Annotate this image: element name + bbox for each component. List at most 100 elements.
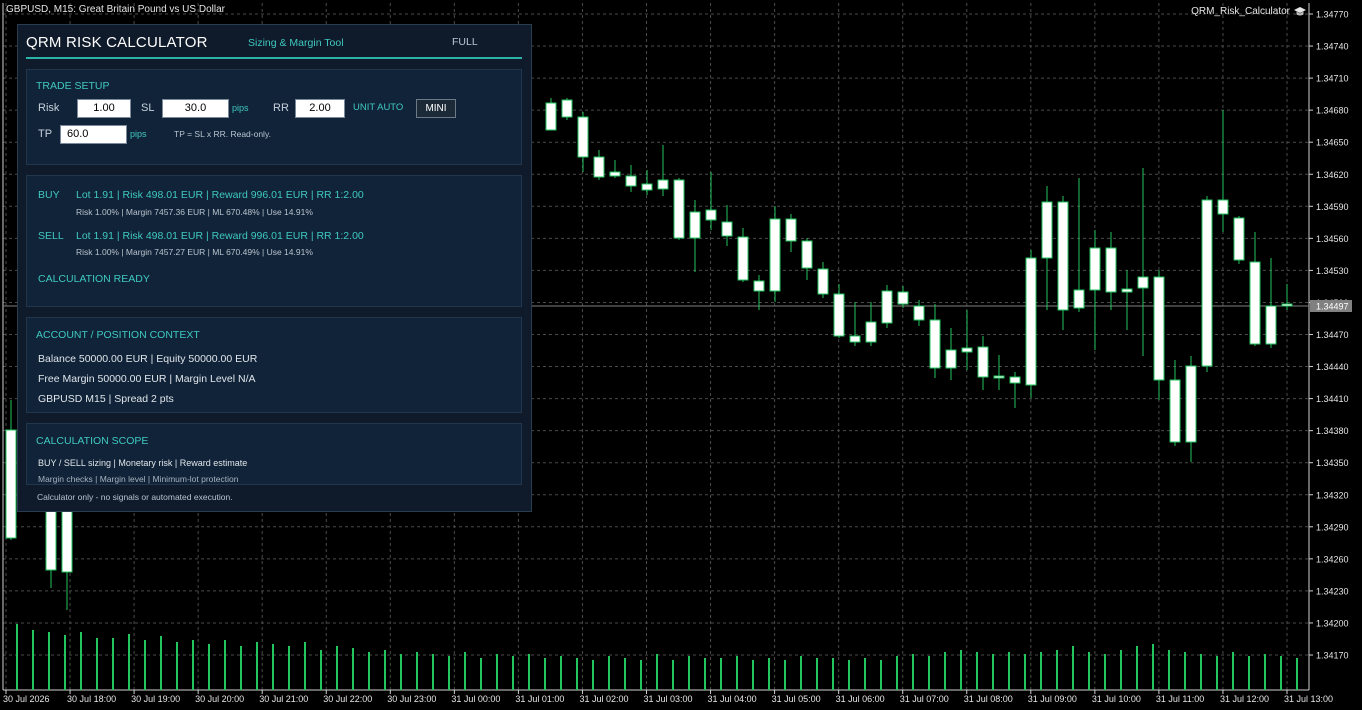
candle-body	[785, 218, 797, 242]
candle-body	[657, 179, 669, 190]
candle-body	[769, 218, 781, 292]
candle-body	[1169, 379, 1181, 443]
tp-hint: TP = SL x RR. Read-only.	[174, 129, 271, 139]
trade-setup-section: TRADE SETUP Risk 1.00 SL 30.0 pips RR 2.…	[26, 69, 522, 165]
candle-body	[1121, 288, 1133, 293]
price-axis-label: 1.34590	[1316, 202, 1349, 212]
sell-result-detail: Risk 1.00% | Margin 7457.27 EUR | ML 670…	[76, 247, 313, 257]
buy-label: BUY	[38, 189, 60, 201]
price-axis-label: 1.34380	[1316, 426, 1349, 436]
price-axis-label: 1.34200	[1316, 618, 1349, 628]
time-axis-label: 30 Jul 22:00	[323, 694, 372, 704]
price-axis-label: 1.34620	[1316, 170, 1349, 180]
candle-body	[1281, 303, 1293, 307]
tp-input: 60.0	[60, 125, 127, 144]
candle-body	[929, 319, 941, 369]
candle-body	[1233, 217, 1245, 261]
calculation-status: CALCULATION READY	[38, 273, 150, 285]
candle-body	[1057, 201, 1069, 311]
risk-label: Risk	[38, 102, 60, 114]
time-axis-label: 31 Jul 06:00	[836, 694, 885, 704]
margin-line: Free Margin 50000.00 EUR | Margin Level …	[38, 373, 256, 385]
sl-label: SL	[141, 102, 155, 114]
candle-body	[1265, 305, 1277, 345]
price-axis-label: 1.34530	[1316, 266, 1349, 276]
candle-body	[593, 156, 605, 178]
scope-features-line-2: Margin checks | Margin level | Minimum-l…	[38, 474, 239, 484]
risk-calculator-panel: QRM RISK CALCULATOR Sizing & Margin Tool…	[17, 24, 532, 512]
panel-title: QRM RISK CALCULATOR	[26, 34, 208, 51]
header-divider	[26, 57, 522, 59]
tp-label: TP	[38, 128, 53, 140]
price-axis-label: 1.34170	[1316, 651, 1349, 661]
price-axis-label: 1.34320	[1316, 490, 1349, 500]
tp-unit: pips	[130, 129, 147, 139]
time-axis-label: 30 Jul 20:00	[195, 694, 244, 704]
candle-body	[1009, 376, 1021, 384]
candle-body	[737, 236, 749, 281]
candle-body	[5, 429, 17, 539]
candle-body	[833, 293, 845, 337]
price-axis-label: 1.34650	[1316, 138, 1349, 148]
candle-body	[1025, 257, 1037, 386]
expert-advisor-label[interactable]: QRM_Risk_Calculator	[1191, 6, 1306, 17]
price-axis-label: 1.34560	[1316, 234, 1349, 244]
time-axis-label: 31 Jul 00:00	[451, 694, 500, 704]
price-axis-label: 1.34440	[1316, 362, 1349, 372]
price-axis-label: 1.34740	[1316, 42, 1349, 52]
candle-body	[625, 175, 637, 187]
candle-body	[897, 291, 909, 305]
time-axis-label: 31 Jul 03:00	[644, 694, 693, 704]
panel-header: QRM RISK CALCULATOR Sizing & Margin Tool…	[18, 25, 531, 58]
candle-body	[865, 321, 877, 343]
time-axis-label: 31 Jul 11:00	[1156, 694, 1204, 704]
candle-body	[689, 211, 701, 239]
candle-body	[721, 221, 733, 237]
time-axis-label: 30 Jul 21:00	[259, 694, 308, 704]
candle-body	[577, 116, 589, 158]
scope-features-line-1: BUY / SELL sizing | Monetary risk | Rewa…	[38, 458, 248, 468]
unit-mode-toggle[interactable]: UNIT AUTO	[353, 102, 403, 113]
time-axis-label: 31 Jul 08:00	[964, 694, 1013, 704]
mini-mode-button[interactable]: MINI	[416, 99, 456, 118]
time-axis-label: 31 Jul 10:00	[1092, 694, 1141, 704]
time-axis-label: 31 Jul 07:00	[900, 694, 949, 704]
time-axis-label: 30 Jul 18:00	[67, 694, 116, 704]
candle-body	[913, 305, 925, 321]
price-axis-label: 1.34710	[1316, 74, 1349, 84]
candle-body	[1185, 365, 1197, 443]
time-axis-label: 30 Jul 19:00	[131, 694, 180, 704]
candle-body	[977, 346, 989, 378]
account-context-title: ACCOUNT / POSITION CONTEXT	[36, 329, 200, 341]
account-context-section: ACCOUNT / POSITION CONTEXT Balance 50000…	[26, 317, 522, 413]
time-axis-label: 31 Jul 02:00	[579, 694, 628, 704]
candle-body	[753, 280, 765, 292]
sell-label: SELL	[38, 230, 64, 242]
candle-body	[609, 171, 621, 177]
sl-input[interactable]: 30.0	[162, 99, 229, 118]
full-mode-button[interactable]: FULL	[452, 36, 478, 48]
sl-unit: pips	[232, 103, 249, 113]
disclaimer-note: Calculator only - no signals or automate…	[37, 492, 233, 502]
panel-subtitle: Sizing & Margin Tool	[248, 37, 344, 49]
buy-result: Lot 1.91 | Risk 498.01 EUR | Reward 996.…	[76, 189, 364, 201]
candle-body	[817, 268, 829, 295]
candle-body	[705, 209, 717, 221]
results-section: BUY Lot 1.91 | Risk 498.01 EUR | Reward …	[26, 175, 522, 307]
candle-body	[1105, 247, 1117, 293]
candle-body	[673, 179, 685, 239]
buy-result-detail: Risk 1.00% | Margin 7457.36 EUR | ML 670…	[76, 207, 313, 217]
rr-input[interactable]: 2.00	[295, 99, 345, 118]
time-axis-label: 31 Jul 05:00	[772, 694, 821, 704]
time-axis-label: 31 Jul 12:00	[1220, 694, 1269, 704]
risk-input[interactable]: 1.00	[77, 99, 131, 118]
graduation-cap-icon	[1294, 6, 1306, 17]
time-axis-label: 30 Jul 2026	[3, 694, 50, 704]
candle-body	[1153, 276, 1165, 381]
candle-body	[849, 335, 861, 343]
candle-body	[945, 349, 957, 369]
candle-body	[961, 347, 973, 353]
expert-advisor-name: QRM_Risk_Calculator	[1191, 6, 1290, 17]
candle-body	[1041, 201, 1053, 259]
candle-body	[1089, 247, 1101, 291]
